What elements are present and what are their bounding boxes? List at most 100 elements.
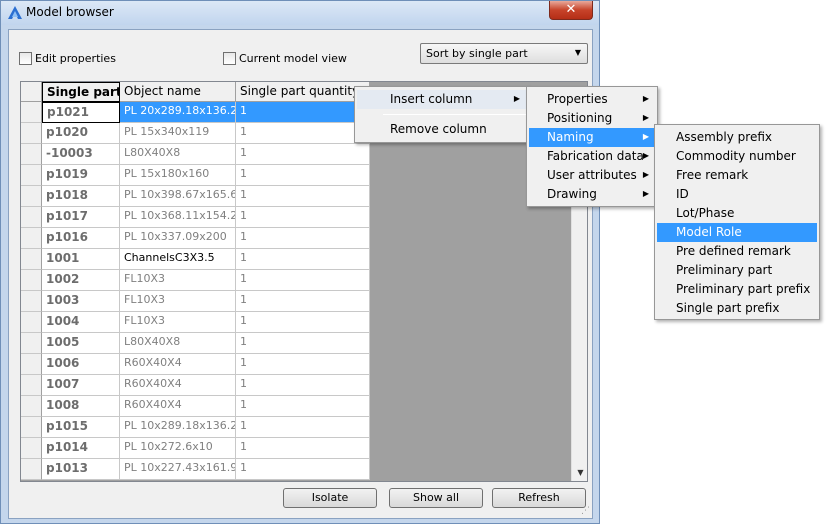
cell-object-name[interactable]: PL 10x337.09x200 (120, 228, 236, 249)
row-header[interactable] (21, 438, 42, 459)
cell-object-name[interactable]: PL 10x289.18x136.2 (120, 417, 236, 438)
table-row[interactable]: p1021 PL 20x289.18x136.2 1 (21, 102, 370, 123)
cell-object-name[interactable]: FL10X3 (120, 312, 236, 333)
table-row[interactable]: p1018 PL 10x398.67x165.68 1 (21, 186, 370, 207)
title-bar[interactable]: Model browser ✕ (1, 1, 599, 25)
table-row[interactable]: p1016 PL 10x337.09x200 1 (21, 228, 370, 249)
cell-quantity[interactable]: 1 (236, 186, 370, 207)
submenu-item-naming[interactable]: Naming ▶ (529, 128, 655, 147)
cell-object-name[interactable]: FL10X3 (120, 291, 236, 312)
cell-quantity[interactable]: 1 (236, 165, 370, 186)
naming-item-assembly-prefix[interactable]: Assembly prefix (657, 128, 817, 147)
table-row[interactable]: p1020 PL 15x340x119 1 (21, 123, 370, 144)
cell-quantity[interactable]: 1 (236, 228, 370, 249)
cell-quantity[interactable]: 1 (236, 312, 370, 333)
menu-item-insert-column[interactable]: Insert column ▶ (357, 90, 526, 109)
refresh-button[interactable]: Refresh (492, 488, 586, 508)
resize-grip-icon[interactable]: ⋰ (581, 506, 590, 516)
naming-item-lot-phase[interactable]: Lot/Phase (657, 204, 817, 223)
naming-item-model-role[interactable]: Model Role (657, 223, 817, 242)
cell-single-part[interactable]: 1005 (42, 333, 120, 354)
table-row[interactable]: 1004 FL10X3 1 (21, 312, 370, 333)
cell-object-name[interactable]: PL 15x340x119 (120, 123, 236, 144)
row-header[interactable] (21, 459, 42, 480)
cell-single-part[interactable]: 1003 (42, 291, 120, 312)
cell-object-name[interactable]: L80X40X8 (120, 144, 236, 165)
cell-single-part[interactable]: p1016 (42, 228, 120, 249)
column-header-object-name[interactable]: Object name (120, 82, 236, 102)
cell-object-name[interactable]: R60X40X4 (120, 375, 236, 396)
cell-object-name[interactable]: PL 10x227.43x161.95 (120, 459, 236, 480)
column-header-quantity[interactable]: Single part quantity (236, 82, 370, 102)
naming-item-commodity-number[interactable]: Commodity number (657, 147, 817, 166)
naming-item-pre-defined-remark[interactable]: Pre defined remark (657, 242, 817, 261)
table-row[interactable]: -10003 L80X40X8 1 (21, 144, 370, 165)
naming-item-id[interactable]: ID (657, 185, 817, 204)
row-header[interactable] (21, 144, 42, 165)
cell-single-part[interactable]: p1014 (42, 438, 120, 459)
cell-quantity[interactable]: 1 (236, 459, 370, 480)
current-model-view-checkbox-group[interactable]: Current model view (223, 50, 347, 66)
cell-quantity[interactable]: 1 (236, 207, 370, 228)
row-header[interactable] (21, 417, 42, 438)
cell-quantity[interactable]: 1 (236, 291, 370, 312)
scroll-down-arrow-icon[interactable]: ▼ (572, 464, 587, 481)
cell-single-part[interactable]: -10003 (42, 144, 120, 165)
sort-dropdown[interactable]: Sort by single part ▼ (420, 43, 588, 64)
cell-single-part[interactable]: 1007 (42, 375, 120, 396)
row-header[interactable] (21, 102, 42, 123)
cell-quantity[interactable]: 1 (236, 354, 370, 375)
cell-single-part[interactable]: 1008 (42, 396, 120, 417)
row-header[interactable] (21, 207, 42, 228)
cell-object-name[interactable]: PL 10x368.11x154.28 (120, 207, 236, 228)
table-row[interactable]: p1015 PL 10x289.18x136.2 1 (21, 417, 370, 438)
table-row[interactable]: 1002 FL10X3 1 (21, 270, 370, 291)
edit-properties-checkbox-group[interactable]: Edit properties (19, 50, 116, 66)
row-header[interactable] (21, 165, 42, 186)
edit-properties-checkbox[interactable] (19, 51, 32, 65)
cell-quantity[interactable]: 1 (236, 396, 370, 417)
cell-single-part[interactable]: p1013 (42, 459, 120, 480)
naming-item-single-part-prefix[interactable]: Single part prefix (657, 299, 817, 318)
row-header[interactable] (21, 312, 42, 333)
row-header[interactable] (21, 396, 42, 417)
submenu-item-properties[interactable]: Properties ▶ (529, 90, 655, 109)
submenu-item-fabrication-data[interactable]: Fabrication data ▶ (529, 147, 655, 166)
close-button[interactable]: ✕ (549, 1, 593, 20)
row-header[interactable] (21, 228, 42, 249)
cell-object-name[interactable]: PL 20x289.18x136.2 (120, 102, 236, 123)
cell-single-part[interactable]: p1020 (42, 123, 120, 144)
cell-quantity[interactable]: 1 (236, 144, 370, 165)
cell-object-name[interactable]: PL 15x180x160 (120, 165, 236, 186)
cell-single-part[interactable]: 1002 (42, 270, 120, 291)
row-header[interactable] (21, 249, 42, 270)
naming-item-free-remark[interactable]: Free remark (657, 166, 817, 185)
table-row[interactable]: 1006 R60X40X4 1 (21, 354, 370, 375)
row-header[interactable] (21, 333, 42, 354)
current-model-view-checkbox[interactable] (223, 51, 236, 65)
naming-item-preliminary-part[interactable]: Preliminary part (657, 261, 817, 280)
cell-single-part[interactable]: p1019 (42, 165, 120, 186)
row-header[interactable] (21, 291, 42, 312)
row-header[interactable] (21, 123, 42, 144)
table-row[interactable]: 1001 ChannelsC3X3.5 1 (21, 249, 370, 270)
menu-item-remove-column[interactable]: Remove column (357, 120, 526, 139)
cell-single-part[interactable]: 1004 (42, 312, 120, 333)
naming-item-preliminary-part-prefix[interactable]: Preliminary part prefix (657, 280, 817, 299)
cell-single-part[interactable]: p1018 (42, 186, 120, 207)
isolate-button[interactable]: Isolate (283, 488, 377, 508)
row-header[interactable] (21, 354, 42, 375)
cell-quantity[interactable]: 1 (236, 123, 370, 144)
cell-quantity[interactable]: 1 (236, 417, 370, 438)
row-header[interactable] (21, 186, 42, 207)
cell-object-name[interactable]: R60X40X4 (120, 396, 236, 417)
table-row[interactable]: 1003 FL10X3 1 (21, 291, 370, 312)
grid-corner[interactable] (21, 82, 42, 102)
cell-object-name[interactable]: R60X40X4 (120, 354, 236, 375)
cell-quantity[interactable]: 1 (236, 333, 370, 354)
cell-object-name[interactable]: L80X40X8 (120, 333, 236, 354)
row-header[interactable] (21, 270, 42, 291)
submenu-item-drawing[interactable]: Drawing ▶ (529, 185, 655, 204)
table-row[interactable]: p1014 PL 10x272.6x10 1 (21, 438, 370, 459)
cell-object-name[interactable]: PL 10x272.6x10 (120, 438, 236, 459)
